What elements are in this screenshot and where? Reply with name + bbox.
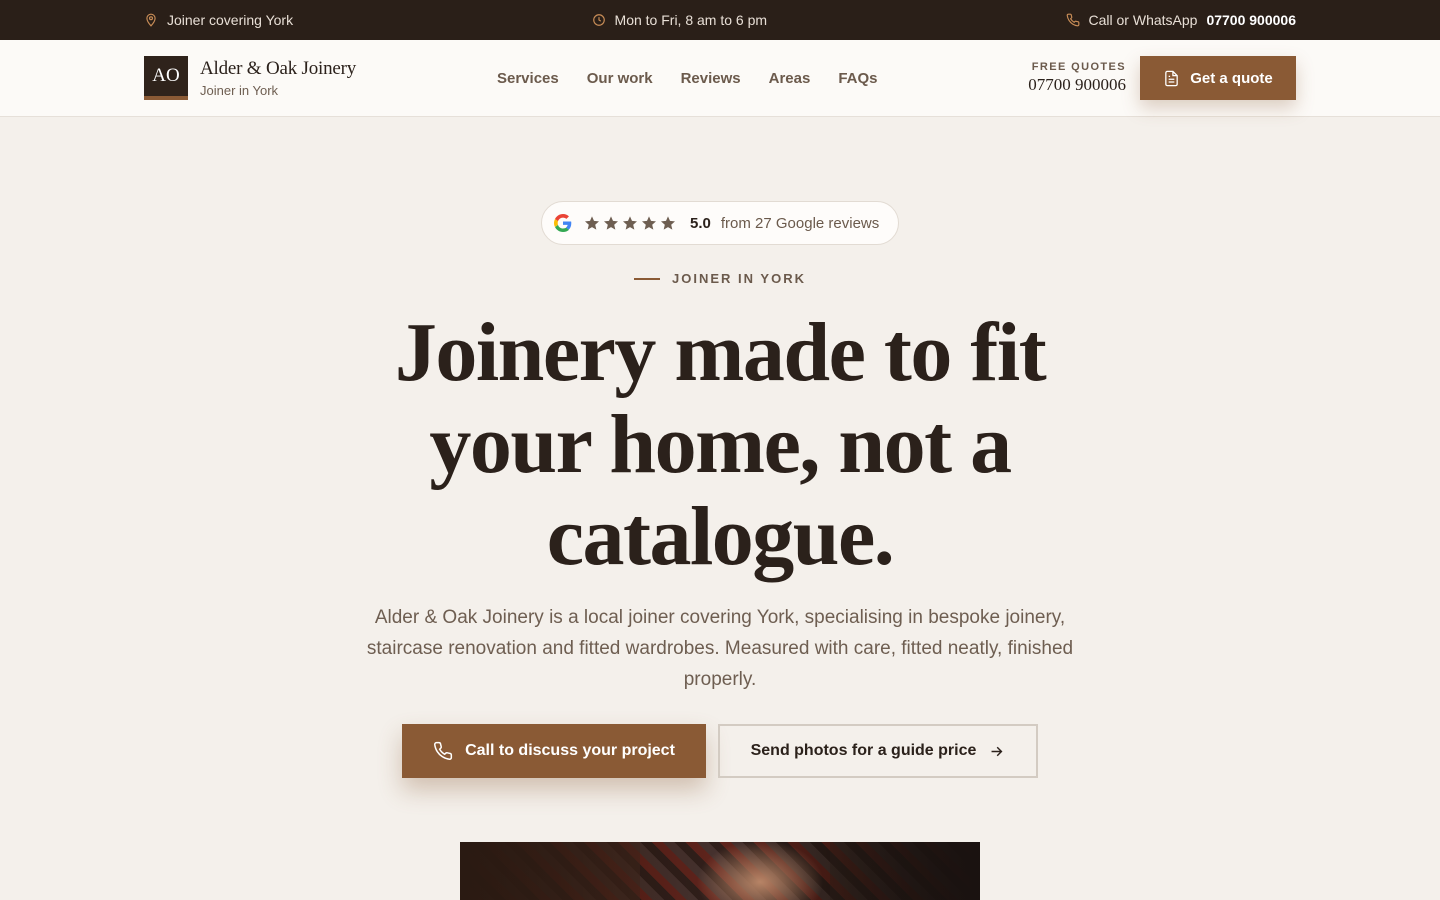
hero-cta-row: Call to discuss your project Send photos…: [402, 724, 1038, 778]
rating-count: from 27 Google reviews: [720, 214, 880, 232]
send-photos-label: Send photos for a guide price: [750, 742, 977, 759]
nav-link-our-work[interactable]: Our work: [587, 70, 653, 87]
call-to-discuss-label: Call to discuss your project: [465, 742, 675, 759]
map-pin-icon: [146, 13, 156, 27]
rating-score: 5.0: [690, 214, 711, 232]
hero-headline: Joinery made to fit your home, not a cat…: [394, 306, 1047, 583]
location-info: Joiner covering York: [144, 12, 293, 28]
star-icon: [585, 216, 599, 230]
header-actions: FREE QUOTES 07700 900006 Get a quote: [1028, 56, 1296, 100]
google-rating-badge[interactable]: 5.0 from 27 Google reviews: [541, 201, 899, 245]
star-icon: [623, 216, 637, 230]
nav-link-areas[interactable]: Areas: [769, 70, 811, 87]
star-icon: [661, 216, 675, 230]
site-header: AO Alder & Oak Joinery Joiner in York Se…: [0, 40, 1440, 117]
free-quotes-phone[interactable]: 07700 900006: [1028, 75, 1126, 95]
get-a-quote-button[interactable]: Get a quote: [1140, 56, 1296, 100]
star-icon: [604, 216, 618, 230]
hero-description: Alder & Oak Joinery is a local joiner co…: [366, 607, 1074, 690]
nav-link-reviews[interactable]: Reviews: [681, 70, 741, 87]
phone-icon: [434, 741, 453, 760]
eyebrow-rule: [634, 277, 661, 280]
brand-name: Alder & Oak Joinery: [200, 58, 357, 79]
phone-icon: [1066, 13, 1079, 27]
location-text: Joiner covering York: [167, 12, 294, 28]
nav-link-services[interactable]: Services: [497, 70, 559, 87]
logo-mark: AO: [144, 56, 188, 100]
brand-text: Alder & Oak Joinery Joiner in York: [200, 58, 356, 98]
free-quotes-label: FREE QUOTES: [1031, 61, 1126, 73]
eyebrow-text: JOINER IN YORK: [672, 271, 806, 286]
call-to-discuss-button[interactable]: Call to discuss your project: [402, 724, 706, 778]
main-nav: Services Our work Reviews Areas FAQs: [497, 40, 878, 117]
call-label: Call or WhatsApp: [1088, 12, 1198, 28]
hours-text: Mon to Fri, 8 am to 6 pm: [614, 12, 768, 28]
hero-photo-joiner: [460, 842, 980, 900]
clock-icon: [592, 14, 605, 26]
nav-link-faqs[interactable]: FAQs: [838, 70, 877, 87]
star-icon: [642, 216, 656, 230]
arrow-right-icon: [991, 746, 1003, 756]
topbar-phone-link[interactable]: Call or WhatsApp 07700 900006: [1066, 12, 1296, 28]
get-a-quote-label: Get a quote: [1190, 69, 1273, 87]
brand-tagline: Joiner in York: [200, 83, 279, 98]
send-photos-button[interactable]: Send photos for a guide price: [718, 724, 1038, 778]
free-quotes-block[interactable]: FREE QUOTES 07700 900006: [1028, 61, 1126, 95]
topbar-phone-number[interactable]: 07700 900006: [1206, 12, 1296, 28]
document-icon: [1165, 70, 1179, 86]
rating-stars: [584, 215, 676, 231]
hours-info: Mon to Fri, 8 am to 6 pm: [592, 12, 768, 28]
brand-logo-link[interactable]: AO Alder & Oak Joinery Joiner in York: [144, 56, 356, 100]
top-utility-bar: Joiner covering York Mon to Fri, 8 am to…: [0, 0, 1440, 40]
google-g-icon: [554, 214, 572, 232]
hero-eyebrow: JOINER IN YORK: [0, 271, 1440, 286]
